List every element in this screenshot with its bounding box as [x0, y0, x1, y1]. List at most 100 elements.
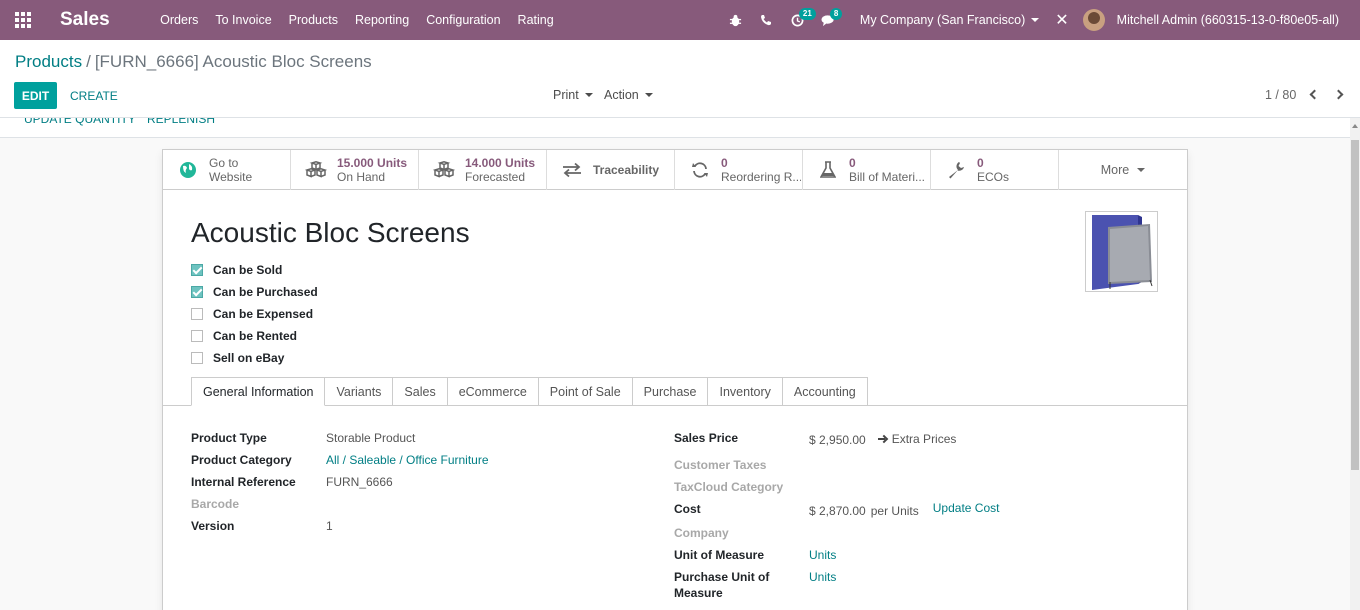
cubes-icon — [305, 159, 327, 181]
tab-purchase[interactable]: Purchase — [632, 377, 709, 406]
app-title: Sales — [60, 9, 110, 30]
company-row: Company — [674, 525, 999, 547]
breadcrumb-products-link[interactable]: Products — [15, 52, 82, 71]
can-be-expensed-row: Can be Expensed — [191, 303, 318, 325]
forecasted-button[interactable]: 14.000 Units Forecasted — [419, 150, 547, 190]
menu-to-invoice[interactable]: To Invoice — [207, 0, 280, 40]
cost-field[interactable]: $ 2,870.00 — [809, 501, 866, 519]
internal-reference-field[interactable]: FURN_6666 — [326, 474, 393, 490]
replenish-button[interactable]: REPLENISH — [147, 118, 215, 126]
menu-configuration[interactable]: Configuration — [418, 0, 509, 40]
can-be-purchased-checkbox[interactable] — [191, 286, 203, 298]
internal-reference-row: Internal Reference FURN_6666 — [191, 474, 489, 496]
can-be-expensed-checkbox[interactable] — [191, 308, 203, 320]
company-label: Company — [674, 526, 729, 540]
tab-ecommerce[interactable]: eCommerce — [447, 377, 539, 406]
ecos-button[interactable]: 0 ECOs — [931, 150, 1059, 190]
tab-accounting[interactable]: Accounting — [782, 377, 868, 406]
refresh-icon — [689, 159, 711, 181]
scrollbar-thumb[interactable] — [1351, 140, 1359, 470]
scroll-up-arrow-icon[interactable] — [1352, 124, 1358, 128]
can-be-rented-label: Can be Rented — [213, 329, 298, 343]
bill-of-materials-button[interactable]: 0 Bill of Materi... — [803, 150, 931, 190]
phone-icon[interactable] — [751, 0, 782, 40]
smart-buttons-row: Go to Website 15.000 Units On Hand 14.000 … — [163, 150, 1187, 190]
extra-prices-label: Extra Prices — [891, 432, 957, 446]
tab-variants[interactable]: Variants — [325, 377, 394, 406]
edit-button[interactable]: EDIT — [14, 82, 57, 109]
go-to-label: Go to — [209, 156, 239, 170]
purchase-unit-of-measure-label: Purchase Unit of Measure — [674, 570, 770, 600]
action-dropdown[interactable]: Action — [604, 88, 653, 102]
bom-label: Bill of Materi... — [849, 170, 926, 184]
taxcloud-category-row: TaxCloud Category — [674, 479, 999, 501]
activity-clock-icon[interactable]: 21 — [782, 0, 816, 40]
pager-value[interactable]: 1 / 80 — [1265, 88, 1296, 102]
sell-on-ebay-label: Sell on eBay — [213, 351, 285, 365]
extra-prices-button[interactable]: Extra Prices — [877, 430, 957, 446]
can-be-sold-row: Can be Sold — [191, 259, 318, 281]
reordering-rules-value: 0 — [721, 156, 728, 170]
website-label: Website — [209, 170, 253, 184]
version-label: Version — [191, 519, 235, 533]
update-quantity-button[interactable]: UPDATE QUANTITY — [24, 118, 136, 126]
pager-previous-button[interactable] — [1306, 84, 1322, 104]
purchase-unit-of-measure-row: Purchase Unit of Measure Units — [674, 569, 999, 601]
company-name: My Company (San Francisco) — [859, 13, 1026, 27]
menu-orders[interactable]: Orders — [152, 0, 207, 40]
cost-row: Cost $ 2,870.00 per Units Update Cost — [674, 501, 999, 525]
user-menu[interactable]: Mitchell Admin (660315-13-0-f80e05-all) — [1082, 9, 1339, 31]
unit-of-measure-link[interactable]: Units — [809, 547, 836, 563]
version-row: Version 1 — [191, 518, 489, 540]
version-field[interactable]: 1 — [326, 518, 333, 534]
pager-next-button[interactable] — [1330, 84, 1346, 104]
barcode-label: Barcode — [191, 497, 240, 511]
scrollbar[interactable] — [1350, 118, 1360, 610]
tab-inventory[interactable]: Inventory — [708, 377, 783, 406]
close-icon[interactable]: ✕ — [1055, 10, 1068, 30]
bug-icon[interactable] — [720, 0, 751, 40]
product-type-field[interactable]: Storable Product — [326, 430, 415, 446]
unit-of-measure-row: Unit of Measure Units — [674, 547, 999, 569]
sales-price-field[interactable]: $ 2,950.00 — [809, 430, 866, 448]
can-be-rented-checkbox[interactable] — [191, 330, 203, 342]
can-be-rented-row: Can be Rented — [191, 325, 318, 347]
forecasted-label: Forecasted — [465, 170, 526, 184]
menu-reporting[interactable]: Reporting — [346, 0, 417, 40]
unit-of-measure-label: Unit of Measure — [674, 548, 765, 562]
message-count-badge: 8 — [829, 8, 843, 20]
more-button[interactable]: More — [1059, 150, 1187, 190]
barcode-row: Barcode — [191, 496, 489, 518]
go-to-website-button[interactable]: Go to Website — [163, 150, 291, 190]
can-be-sold-checkbox[interactable] — [191, 264, 203, 276]
company-switcher[interactable]: My Company (San Francisco) — [859, 13, 1040, 27]
messages-icon[interactable]: 8 — [813, 0, 844, 40]
sell-on-ebay-checkbox[interactable] — [191, 352, 203, 364]
create-button[interactable]: CREATE — [70, 82, 118, 109]
menu-products[interactable]: Products — [280, 0, 346, 40]
apps-menu-icon[interactable] — [0, 0, 46, 40]
menu-rating[interactable]: Rating — [509, 0, 562, 40]
product-category-link[interactable]: All / Saleable / Office Furniture — [326, 452, 489, 468]
tab-sales[interactable]: Sales — [393, 377, 448, 406]
product-image[interactable] — [1085, 211, 1158, 292]
purchase-unit-of-measure-link[interactable]: Units — [809, 569, 836, 585]
can-be-expensed-label: Can be Expensed — [213, 307, 314, 321]
sell-on-ebay-row: Sell on eBay — [191, 347, 318, 369]
update-cost-button[interactable]: Update Cost — [933, 501, 1000, 515]
traceability-button[interactable]: Traceability — [547, 150, 675, 190]
reordering-rules-button[interactable]: 0 Reordering R... — [675, 150, 803, 190]
sales-price-row: Sales Price $ 2,950.00 Extra Prices — [674, 430, 999, 457]
product-name[interactable]: Acoustic Bloc Screens — [191, 217, 470, 249]
traceability-label: Traceability — [593, 163, 660, 177]
more-label: More — [1100, 163, 1130, 177]
print-dropdown[interactable]: Print — [553, 88, 593, 102]
main-menu: Orders To Invoice Products Reporting Con… — [152, 0, 563, 40]
tab-point-of-sale[interactable]: Point of Sale — [538, 377, 633, 406]
on-hand-button[interactable]: 15.000 Units On Hand — [291, 150, 419, 190]
chevron-left-icon — [1309, 89, 1319, 99]
chevron-down-icon — [584, 93, 593, 97]
tab-general-information[interactable]: General Information — [191, 377, 326, 406]
chevron-down-icon — [644, 93, 653, 97]
exchange-icon — [561, 159, 583, 181]
